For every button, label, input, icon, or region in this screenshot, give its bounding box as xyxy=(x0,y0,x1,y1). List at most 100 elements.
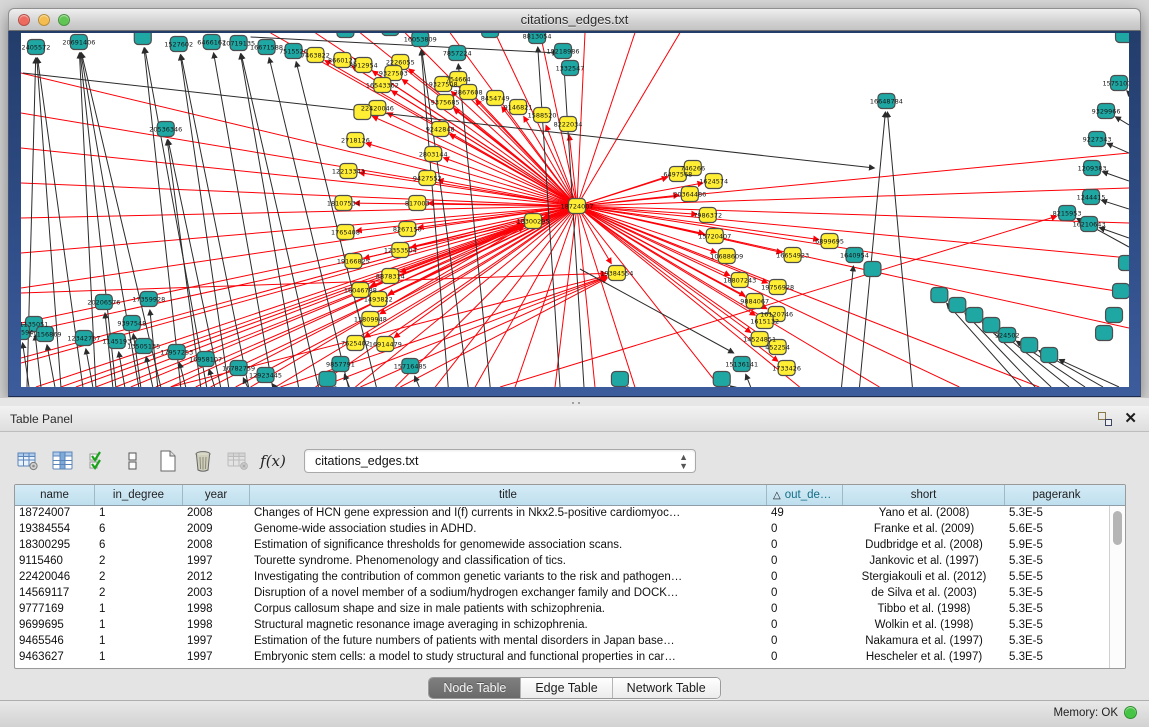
cell-name: 9777169 xyxy=(15,602,95,618)
svg-text:7986372: 7986372 xyxy=(693,211,722,219)
float-panel-icon[interactable] xyxy=(1098,412,1112,426)
cell-title: Embryonic stem cells: a model to study s… xyxy=(250,650,767,666)
svg-text:7625402: 7625402 xyxy=(341,339,370,347)
cell-title: Estimation of significance thresholds fo… xyxy=(250,538,767,554)
function-builder-icon[interactable]: f(x) xyxy=(259,447,287,475)
column-header-title[interactable]: title xyxy=(250,485,767,505)
svg-text:19166825: 19166825 xyxy=(337,257,370,265)
column-header-year[interactable]: year xyxy=(183,485,250,505)
table-tabs: Node TableEdge TableNetwork Table xyxy=(0,677,1149,699)
svg-text:17359928: 17359928 xyxy=(132,295,165,303)
svg-text:9146821: 9146821 xyxy=(504,103,533,111)
tab-edge-table[interactable]: Edge Table xyxy=(521,678,612,698)
column-header-out_de[interactable]: △out_de… xyxy=(767,485,843,505)
svg-text:12353504: 12353504 xyxy=(384,246,417,254)
new-table-icon[interactable] xyxy=(154,447,182,475)
svg-text:9327503: 9327503 xyxy=(379,69,408,77)
cell-year: 2003 xyxy=(183,586,250,602)
svg-text:1527602: 1527602 xyxy=(164,40,193,48)
svg-text:8813054: 8813054 xyxy=(523,33,552,40)
table-row[interactable]: 946362711997Embryonic stem cells: a mode… xyxy=(15,650,1109,666)
table-row[interactable]: 1456911722003Disruption of a novel membe… xyxy=(15,586,1109,602)
svg-text:1493822: 1493822 xyxy=(364,295,393,303)
cell-title: Changes of HCN gene expression and I(f) … xyxy=(250,506,767,522)
network-graph[interactable]: 1872400718300295746382286601238912954222… xyxy=(21,33,1129,387)
column-header-in_degree[interactable]: in_degree xyxy=(95,485,183,505)
svg-text:16654923: 16654923 xyxy=(776,251,809,259)
import-table-disabled-icon xyxy=(224,447,252,475)
svg-text:9329966: 9329966 xyxy=(1092,107,1121,115)
delete-table-icon[interactable] xyxy=(189,447,217,475)
table-row[interactable]: 911546021997Tourette syndrome. Phenomeno… xyxy=(15,554,1109,570)
svg-text:8222034: 8222034 xyxy=(554,120,583,128)
cell-in_degree: 2 xyxy=(95,586,183,602)
column-header-pagerank[interactable]: pagerank xyxy=(1005,485,1108,505)
table-mode-icon[interactable] xyxy=(119,447,147,475)
table-scrollbar-thumb[interactable] xyxy=(1113,511,1122,545)
cell-out_de: 0 xyxy=(767,618,843,634)
svg-text:18107534: 18107534 xyxy=(327,199,360,207)
svg-text:20691406: 20691406 xyxy=(62,38,95,46)
svg-text:1640954: 1640954 xyxy=(840,251,869,259)
svg-text:12213343: 12213343 xyxy=(332,167,365,175)
table-scrollbar[interactable] xyxy=(1109,506,1125,668)
cell-out_de: 49 xyxy=(767,506,843,522)
cell-title: Investigating the contribution of common… xyxy=(250,570,767,586)
table-panel-header: Table Panel ✕ xyxy=(0,406,1149,432)
table-row[interactable]: 1830029562008Estimation of significance … xyxy=(15,538,1109,554)
table-row[interactable]: 1938455462009Genome-wide association stu… xyxy=(15,522,1109,538)
svg-text:14524851: 14524851 xyxy=(743,335,776,343)
table-row[interactable]: 969969511998Structural magnetic resonanc… xyxy=(15,618,1109,634)
node-table: namein_degreeyeartitle△out_de…shortpager… xyxy=(14,484,1126,669)
column-header-name[interactable]: name xyxy=(15,485,95,505)
svg-text:20364486: 20364486 xyxy=(673,190,706,198)
cell-in_degree: 1 xyxy=(95,602,183,618)
svg-text:8454749: 8454749 xyxy=(481,94,510,102)
cell-title: Estimation of the future numbers of pati… xyxy=(250,634,767,650)
network-window-titlebar[interactable]: citations_edges.txt xyxy=(8,8,1141,31)
network-frame: 1872400718300295746382286601238912954222… xyxy=(8,31,1141,397)
svg-text:15751074: 15751074 xyxy=(1103,79,1129,87)
table-toolbar: f(x) citations_edges.txt ▲▼ xyxy=(14,446,696,476)
table-source-select[interactable]: citations_edges.txt ▲▼ xyxy=(304,449,696,473)
cell-name: 18724007 xyxy=(15,506,95,522)
combo-arrows-icon: ▲▼ xyxy=(679,453,688,471)
cell-short: Jankovic et al. (1997) xyxy=(843,554,1005,570)
svg-text:2405572: 2405572 xyxy=(22,43,51,51)
svg-text:9227343: 9227343 xyxy=(1083,135,1112,143)
cell-title: Corpus callosum shape and size in male p… xyxy=(250,602,767,618)
svg-text:10688609: 10688609 xyxy=(710,252,743,260)
network-canvas[interactable]: 1872400718300295746382286601238912954222… xyxy=(21,33,1129,387)
table-row[interactable]: 2242004622012Investigating the contribut… xyxy=(15,570,1109,586)
cell-short: Franke et al. (2009) xyxy=(843,522,1005,538)
cell-year: 1998 xyxy=(183,618,250,634)
select-rows-icon[interactable] xyxy=(84,447,112,475)
column-visibility-icon[interactable] xyxy=(49,447,77,475)
table-row[interactable]: 946554611997Estimation of the future num… xyxy=(15,634,1109,650)
table-settings-icon[interactable] xyxy=(14,447,42,475)
column-header-short[interactable]: short xyxy=(843,485,1005,505)
svg-text:1135051: 1135051 xyxy=(21,320,48,328)
table-body: 18724007 1 2008Changes of HCN gene express… xyxy=(15,506,1109,668)
memory-status-label: Memory: OK xyxy=(1053,707,1118,719)
panel-splitter[interactable] xyxy=(0,397,1149,406)
cell-in_degree: 2 xyxy=(95,570,183,586)
tab-network-table[interactable]: Network Table xyxy=(613,678,720,698)
tab-node-table[interactable]: Node Table xyxy=(429,678,521,698)
cell-year: 2012 xyxy=(183,570,250,586)
cell-pagerank: 5.3E-5 xyxy=(1005,618,1108,634)
cell-year: 1997 xyxy=(183,634,250,650)
cell-short: Tibbo et al. (1998) xyxy=(843,602,1005,618)
cell-out_de: 0 xyxy=(767,634,843,650)
cell-short: Hescheler et al. (1997) xyxy=(843,650,1005,666)
table-row[interactable]: 977716911998Corpus callosum shape and si… xyxy=(15,602,1109,618)
svg-text:1209383: 1209383 xyxy=(1078,164,1107,172)
svg-text:18300295: 18300295 xyxy=(517,217,550,225)
svg-text:20206576: 20206576 xyxy=(87,298,120,306)
svg-text:16046788: 16046788 xyxy=(344,286,377,294)
svg-text:15716485: 15716485 xyxy=(394,362,427,370)
svg-text:2718126: 2718126 xyxy=(341,136,370,144)
cell-year: 2008 xyxy=(183,538,250,554)
table-row[interactable]: 1872400712008Changes of HCN gene express… xyxy=(15,506,1109,522)
close-panel-icon[interactable]: ✕ xyxy=(1124,412,1137,426)
